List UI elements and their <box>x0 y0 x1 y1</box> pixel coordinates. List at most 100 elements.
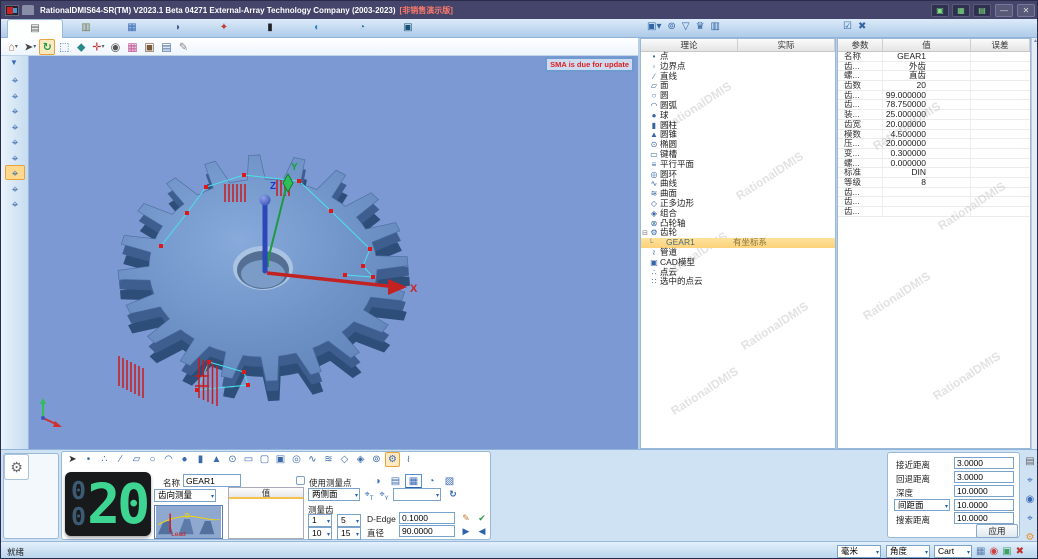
prism-view-button[interactable]: ◆ <box>73 39 89 55</box>
param-row[interactable]: 标准 DIN <box>838 168 1030 178</box>
cone-icon[interactable]: ▲ <box>209 452 224 467</box>
sphere-filter-button[interactable]: ⊚ <box>667 21 675 32</box>
slot-icon[interactable]: ▭ <box>241 452 256 467</box>
curve-icon[interactable]: ∿ <box>305 452 320 467</box>
param-row[interactable]: 齿数 20 <box>838 80 1030 91</box>
ellipse-icon[interactable]: ⊙ <box>225 452 240 467</box>
cube-icon[interactable]: ▣ <box>273 452 288 467</box>
probe-teach-button[interactable]: ⌖ <box>5 150 25 165</box>
machine-grid-icon[interactable]: ▦ <box>976 545 985 558</box>
tree-item[interactable]: ∷ 选中的点云 <box>641 276 835 287</box>
depth-input[interactable] <box>954 485 1014 497</box>
param-row[interactable]: 等级 8 <box>838 177 1030 188</box>
eye-button[interactable]: ◉ <box>107 39 123 55</box>
home-button[interactable]: ⌂▾ <box>5 39 21 55</box>
param-row[interactable]: 螺... 0.000000 <box>838 158 1030 169</box>
diameter-input[interactable] <box>399 525 455 537</box>
sphere-icon[interactable]: ● <box>177 452 192 467</box>
probe-t-icon[interactable]: ⌖T <box>362 488 376 502</box>
rectangle-icon[interactable]: ▢ <box>257 452 272 467</box>
graph-view-tab[interactable]: ▤ <box>387 474 404 489</box>
viewport-3d[interactable]: X Y Z SMA is due for update <box>29 56 638 449</box>
flank-mode-select[interactable]: 两侧面 ▾ <box>308 488 360 501</box>
screen-icon[interactable]: ▣ <box>1002 545 1011 558</box>
plane-icon[interactable]: ▱ <box>129 452 144 467</box>
param-row[interactable]: 装... 25.000000 <box>838 109 1030 120</box>
tooth-from-select[interactable]: 1 ▾ <box>308 514 332 527</box>
probe-tab[interactable]: ▮ <box>247 19 293 38</box>
refresh-button[interactable]: ↻ <box>39 38 56 55</box>
cylinder-icon[interactable]: ▮ <box>193 452 208 467</box>
monitor-button[interactable]: ▥ <box>711 21 720 32</box>
param-row[interactable]: 齿宽 20.000000 <box>838 119 1030 130</box>
cursor-button[interactable]: ➤▾ <box>22 39 38 55</box>
param-row[interactable]: 齿... <box>838 187 1030 198</box>
surface-icon[interactable]: ≋ <box>321 452 336 467</box>
unit-select[interactable]: 毫米 ▾ <box>837 545 881 558</box>
probe-manual-button[interactable]: ⌖ <box>5 88 25 103</box>
retract-input[interactable] <box>954 471 1014 483</box>
point-set-icon[interactable]: ∴ <box>97 452 112 467</box>
probe-path-button[interactable]: ⌖ <box>1023 511 1038 526</box>
point-icon[interactable]: • <box>81 452 96 467</box>
check-all-button[interactable]: ☑ <box>843 21 852 32</box>
cube-button[interactable]: ▤ <box>158 39 174 55</box>
machine-status-icon[interactable]: ▦ <box>952 3 970 17</box>
param-row[interactable]: 齿... 99.000000 <box>838 90 1030 101</box>
tab-theory[interactable]: 理论 <box>641 39 738 51</box>
combine-icon[interactable]: ◈ <box>353 452 368 467</box>
gear-name-input[interactable] <box>183 474 241 487</box>
palette-button[interactable]: ▦ <box>124 39 140 55</box>
edge-check-icon[interactable]: ✔ <box>475 512 489 525</box>
param-row[interactable]: 螺... 直齿 <box>838 71 1030 82</box>
document-tab[interactable]: ▥ <box>63 19 109 38</box>
filter-button[interactable]: ▽ <box>682 21 690 32</box>
clear-button[interactable]: ✖ <box>858 21 866 32</box>
probe-back-icon[interactable]: ◀ <box>475 525 489 538</box>
probe-disable-button[interactable]: ⌖ <box>5 72 25 87</box>
crown-button[interactable]: ♛ <box>696 21 705 32</box>
probe-edit-button[interactable]: ⌖ <box>5 134 25 149</box>
param-row[interactable]: 齿... <box>838 197 1030 207</box>
fixture-button[interactable]: ⚙ <box>4 454 29 480</box>
torus-icon[interactable]: ⊚ <box>369 452 384 467</box>
polygon-icon[interactable]: ◇ <box>337 452 352 467</box>
param-row[interactable]: 名称 GEAR1 <box>838 51 1030 62</box>
circle-icon[interactable]: ○ <box>145 452 160 467</box>
probe-align-button[interactable]: ⌖ <box>5 196 25 211</box>
snapshot-button[interactable]: ▣ <box>141 39 157 55</box>
approach-input[interactable] <box>954 457 1014 469</box>
tooth-step-select[interactable]: 5 ▾ <box>337 514 361 527</box>
use-points-checkbox[interactable] <box>296 476 305 485</box>
tooth-to-select[interactable]: 15 ▾ <box>337 527 361 540</box>
probe-button[interactable]: ⌖ <box>1023 473 1038 488</box>
search-input[interactable] <box>954 512 1014 524</box>
probe-forward-icon[interactable]: ▶ <box>459 525 473 538</box>
zoom-button[interactable]: ◉ <box>1023 492 1038 507</box>
param-row[interactable]: 齿... 78.750000 <box>838 100 1030 111</box>
probe-select[interactable]: ▾ <box>393 488 441 501</box>
monitor-tab[interactable]: ▣ <box>385 19 431 38</box>
apply-button[interactable]: 应用 <box>976 524 1018 538</box>
compensation-icon[interactable]: ↻ <box>446 488 460 501</box>
probe-move-button[interactable]: ⌖ <box>5 181 25 196</box>
arc-icon[interactable]: ◠ <box>161 452 176 467</box>
view-cube-button[interactable]: ▣▾ <box>647 21 661 32</box>
probe-path-button[interactable]: ⌖ <box>5 165 25 180</box>
minimize-button[interactable]: — <box>995 3 1013 17</box>
spacing-mode-select[interactable]: 间距面 ▾ <box>894 499 950 511</box>
shield-tab[interactable]: ◖ <box>293 19 339 38</box>
pin-icon[interactable]: ▼ <box>10 58 18 67</box>
angle-view-tab[interactable]: ◔ <box>423 474 440 489</box>
tree-item[interactable]: ▱ 面 <box>641 80 835 91</box>
close-button[interactable]: ✕ <box>1017 3 1035 17</box>
circle-center-icon[interactable]: ◎ <box>289 452 304 467</box>
machine-status-icon[interactable]: ▤ <box>973 3 991 17</box>
probe-y-icon[interactable]: ⌖Y <box>377 488 391 502</box>
param-row[interactable]: 变... 0.300000 <box>838 148 1030 159</box>
tooth-from2-select[interactable]: 10 ▾ <box>308 527 332 540</box>
tab-actual[interactable]: 实际 <box>738 39 835 51</box>
coord-select[interactable]: Cart ▾ <box>934 545 972 558</box>
param-row[interactable]: 压... 20.000000 <box>838 139 1030 149</box>
color-tab[interactable]: ✦ <box>201 19 247 38</box>
